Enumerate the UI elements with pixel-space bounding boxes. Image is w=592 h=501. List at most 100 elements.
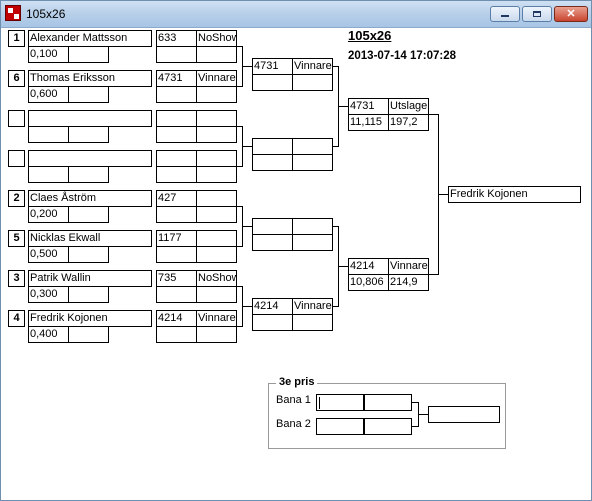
competitor-number[interactable]: 427	[156, 190, 197, 207]
round2-et[interactable]	[252, 314, 293, 331]
third-place-result[interactable]	[428, 406, 500, 423]
round2-et[interactable]	[252, 154, 293, 171]
competitor-name[interactable]: Fredrik Kojonen	[28, 310, 152, 327]
reaction-time[interactable]: 0,400	[28, 326, 69, 343]
round2-et[interactable]	[252, 74, 293, 91]
round2-number[interactable]	[252, 138, 293, 155]
semifinal-speed[interactable]: 197,2	[388, 114, 429, 131]
competitor-status[interactable]	[196, 230, 237, 247]
reaction-time[interactable]: 0,200	[28, 206, 69, 223]
round2-status[interactable]	[292, 218, 333, 235]
round2-number[interactable]: 4214	[252, 298, 293, 315]
third-lane1-num[interactable]	[316, 394, 364, 411]
lane1-label: Bana 1	[276, 394, 311, 406]
reaction-time[interactable]: 0,600	[28, 86, 69, 103]
reaction-time[interactable]: 0,300	[28, 286, 69, 303]
round2-status[interactable]	[292, 138, 333, 155]
connector-line	[242, 226, 252, 227]
round2-speed[interactable]	[292, 234, 333, 251]
semifinal-number[interactable]: 4214	[348, 258, 389, 275]
result-et[interactable]	[156, 246, 197, 263]
seed-number: 4	[8, 310, 25, 327]
round2-et[interactable]	[252, 234, 293, 251]
result-et[interactable]	[156, 326, 197, 343]
result-et[interactable]	[156, 166, 197, 183]
round2-speed[interactable]	[292, 74, 333, 91]
title-bar: 105x26 ✕	[1, 1, 591, 28]
competitor-status[interactable]: Vinnare	[196, 70, 237, 87]
third-lane2-num[interactable]	[316, 418, 364, 435]
result-speed[interactable]	[196, 46, 237, 63]
round2-speed[interactable]	[292, 154, 333, 171]
competitor-extra[interactable]	[68, 206, 109, 223]
competitor-name[interactable]	[28, 110, 152, 127]
result-et[interactable]	[156, 286, 197, 303]
result-speed[interactable]	[196, 86, 237, 103]
semifinal-status[interactable]: Vinnare	[388, 258, 429, 275]
result-et[interactable]	[156, 206, 197, 223]
close-button[interactable]: ✕	[554, 6, 588, 22]
competitor-number[interactable]: 633	[156, 30, 197, 47]
result-speed[interactable]	[196, 166, 237, 183]
competitor-number[interactable]: 4731	[156, 70, 197, 87]
third-lane1-status[interactable]	[364, 394, 412, 411]
competitor-number[interactable]: 1177	[156, 230, 197, 247]
competitor-name[interactable]: Patrik Wallin	[28, 270, 152, 287]
connector-line	[438, 194, 448, 195]
semifinal-speed[interactable]: 214,9	[388, 274, 429, 291]
competitor-number[interactable]	[156, 110, 197, 127]
competitor-status[interactable]	[196, 110, 237, 127]
competitor-status[interactable]	[196, 150, 237, 167]
semifinal-number[interactable]: 4731	[348, 98, 389, 115]
round2-status[interactable]: Vinnare	[292, 298, 333, 315]
semifinal-status[interactable]: Utslagen	[388, 98, 429, 115]
seed-number: 5	[8, 230, 25, 247]
reaction-time[interactable]	[28, 166, 69, 183]
connector-line	[418, 414, 428, 415]
result-speed[interactable]	[196, 326, 237, 343]
competitor-name[interactable]: Thomas Eriksson	[28, 70, 152, 87]
competitor-extra[interactable]	[68, 166, 109, 183]
window-title: 105x26	[26, 7, 66, 21]
round2-number[interactable]: 4731	[252, 58, 293, 75]
competitor-extra[interactable]	[68, 246, 109, 263]
round2-speed[interactable]	[292, 314, 333, 331]
third-lane2-status[interactable]	[364, 418, 412, 435]
competitor-number[interactable]: 4214	[156, 310, 197, 327]
result-et[interactable]	[156, 126, 197, 143]
round2-status[interactable]: Vinnare	[292, 58, 333, 75]
seed-number	[8, 150, 25, 167]
competitor-extra[interactable]	[68, 46, 109, 63]
competitor-extra[interactable]	[68, 326, 109, 343]
competitor-status[interactable]: NoShow	[196, 270, 237, 287]
minimize-button[interactable]	[490, 6, 520, 22]
result-et[interactable]	[156, 86, 197, 103]
semifinal-et[interactable]: 11,115	[348, 114, 389, 131]
competitor-name[interactable]: Claes Åström	[28, 190, 152, 207]
seed-number: 3	[8, 270, 25, 287]
seed-number: 6	[8, 70, 25, 87]
result-et[interactable]	[156, 46, 197, 63]
reaction-time[interactable]: 0,100	[28, 46, 69, 63]
competitor-extra[interactable]	[68, 126, 109, 143]
result-speed[interactable]	[196, 286, 237, 303]
competitor-status[interactable]	[196, 190, 237, 207]
competitor-name[interactable]: Alexander Mattsson	[28, 30, 152, 47]
semifinal-et[interactable]: 10,806	[348, 274, 389, 291]
maximize-button[interactable]	[522, 6, 552, 22]
result-speed[interactable]	[196, 246, 237, 263]
round2-number[interactable]	[252, 218, 293, 235]
winner-name[interactable]: Fredrik Kojonen	[448, 186, 581, 203]
reaction-time[interactable]: 0,500	[28, 246, 69, 263]
reaction-time[interactable]	[28, 126, 69, 143]
competitor-name[interactable]	[28, 150, 152, 167]
competitor-extra[interactable]	[68, 286, 109, 303]
competitor-name[interactable]: Nicklas Ekwall	[28, 230, 152, 247]
result-speed[interactable]	[196, 206, 237, 223]
competitor-status[interactable]: Vinnare	[196, 310, 237, 327]
competitor-number[interactable]	[156, 150, 197, 167]
competitor-number[interactable]: 735	[156, 270, 197, 287]
competitor-status[interactable]: NoShow	[196, 30, 237, 47]
competitor-extra[interactable]	[68, 86, 109, 103]
result-speed[interactable]	[196, 126, 237, 143]
